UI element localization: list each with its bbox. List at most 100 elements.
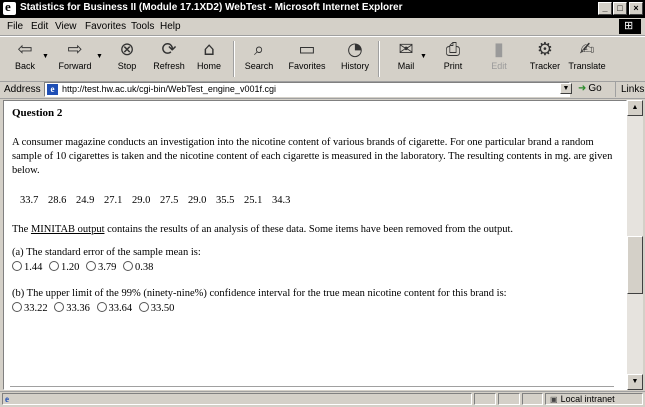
menu-help[interactable]: Help: [160, 21, 181, 32]
part-a-option[interactable]: 3.79: [86, 261, 116, 273]
mail-label: Mail: [397, 61, 415, 71]
search-button[interactable]: ⌕ Search: [236, 39, 282, 79]
option-label: 33.64: [108, 303, 133, 314]
history-label: History: [340, 61, 369, 71]
history-icon: ◔: [347, 39, 363, 60]
option-label: 0.38: [135, 262, 154, 273]
document: Question 2 A consumer magazine conducts …: [12, 107, 620, 329]
translate-label: Translate: [568, 61, 606, 71]
scrollbar-thumb[interactable]: [627, 236, 643, 294]
page-icon: e: [47, 84, 58, 95]
horizontal-rule: [10, 386, 614, 388]
status-cell: [522, 393, 543, 405]
back-label: Back: [14, 61, 35, 71]
radio-button[interactable]: [96, 302, 107, 312]
close-button[interactable]: ×: [629, 2, 643, 15]
menu-tools[interactable]: Tools: [131, 21, 154, 32]
menu-favorites[interactable]: Favorites: [85, 21, 126, 32]
part-b-options: 33.22 33.36 33.64 33.50: [12, 302, 620, 314]
go-label: Go: [588, 83, 602, 94]
part-b-option[interactable]: 33.50: [138, 302, 175, 314]
part-a-option[interactable]: 1.20: [49, 261, 79, 273]
links-button[interactable]: Links: [615, 82, 644, 97]
zone-label: Local intranet: [560, 394, 615, 404]
status-page-icon: e: [5, 394, 9, 404]
tracker-label: Tracker: [529, 61, 561, 71]
translate-icon: ✍: [579, 39, 595, 60]
data-value: 27.1: [104, 195, 123, 206]
print-icon: ⎙: [445, 39, 461, 60]
address-input[interactable]: e http://test.hw.ac.uk/cgi-bin/WebTest_e…: [44, 82, 570, 97]
data-value: 34.3: [272, 195, 291, 206]
tracker-icon: ⚙: [536, 39, 554, 60]
menu-edit[interactable]: Edit: [31, 21, 48, 32]
option-label: 33.50: [150, 303, 175, 314]
back-dropdown-icon[interactable]: ▼: [42, 53, 49, 60]
data-value: 27.5: [160, 195, 179, 206]
edit-button[interactable]: ▮ Edit: [476, 39, 522, 79]
part-b-option[interactable]: 33.22: [12, 302, 48, 314]
intranet-zone-icon: ▣: [550, 395, 558, 404]
search-icon: ⌕: [253, 39, 265, 60]
favorites-button[interactable]: ▭ Favorites: [284, 39, 330, 79]
part-a-options: 1.44 1.20 3.79 0.38: [12, 261, 620, 273]
data-value: 25.1: [244, 195, 263, 206]
toolbar: ⇦ Back ▼ ⇨ Forward ▼ ⊗ Stop ⟳ Refresh ⌂ …: [0, 36, 645, 82]
radio-button[interactable]: [12, 302, 22, 312]
menu-bar: File Edit View Favorites Tools Help: [0, 18, 645, 36]
stop-label: Stop: [117, 61, 137, 71]
print-button[interactable]: ⎙ Print: [430, 39, 476, 79]
radio-button[interactable]: [12, 261, 22, 271]
minimize-button[interactable]: _: [598, 2, 612, 15]
vertical-scrollbar[interactable]: ▲ ▼: [627, 100, 643, 390]
title-bar: Statistics for Business II (Module 17.1X…: [0, 0, 645, 18]
scroll-down-icon[interactable]: ▼: [627, 374, 643, 390]
security-zone: ▣ Local intranet: [545, 393, 643, 405]
question-intro: A consumer magazine conducts an investig…: [12, 137, 613, 176]
history-button[interactable]: ◔ History: [332, 39, 378, 79]
internet-explorer-icon: [3, 0, 16, 15]
option-label: 33.36: [66, 303, 90, 314]
part-b-option[interactable]: 33.64: [96, 302, 133, 314]
data-value: 28.6: [48, 195, 67, 206]
menu-view[interactable]: View: [55, 21, 77, 32]
forward-button[interactable]: ⇨ Forward: [52, 39, 98, 79]
windows-logo-icon: [619, 19, 641, 34]
radio-button[interactable]: [49, 261, 59, 271]
forward-label: Forward: [58, 61, 92, 71]
minitab-output-link[interactable]: MINITAB output: [31, 224, 105, 235]
radio-button[interactable]: [86, 261, 96, 271]
address-dropdown-icon[interactable]: ▼: [560, 83, 572, 94]
part-b-question: (b) The upper limit of the 99% (ninety-n…: [12, 288, 507, 299]
question-title: Question 2: [12, 107, 63, 119]
part-a-question: (a) The standard error of the sample mea…: [12, 247, 201, 258]
option-label: 1.44: [24, 262, 43, 273]
part-a-option[interactable]: 0.38: [123, 261, 153, 273]
scroll-up-icon[interactable]: ▲: [627, 100, 643, 116]
maximize-button[interactable]: □: [613, 2, 627, 15]
search-label: Search: [244, 61, 274, 71]
address-label: Address: [4, 84, 41, 95]
home-icon: ⌂: [203, 39, 215, 60]
forward-arrow-icon: ⇨: [67, 39, 83, 60]
menu-file[interactable]: File: [7, 21, 23, 32]
radio-button[interactable]: [54, 302, 65, 312]
radio-button[interactable]: [123, 261, 133, 271]
option-label: 3.79: [98, 262, 117, 273]
stop-button[interactable]: ⊗ Stop: [104, 39, 150, 79]
part-a-option[interactable]: 1.44: [12, 261, 42, 273]
toolbar-separator: [233, 41, 235, 77]
browser-window: Statistics for Business II (Module 17.1X…: [0, 0, 645, 406]
translate-button[interactable]: ✍ Translate: [564, 39, 610, 79]
status-cell: [498, 393, 520, 405]
home-button[interactable]: ⌂ Home: [186, 39, 232, 79]
forward-dropdown-icon[interactable]: ▼: [96, 53, 103, 60]
status-cell: [474, 393, 496, 405]
part-b-option[interactable]: 33.36: [54, 302, 90, 314]
address-url[interactable]: http://test.hw.ac.uk/cgi-bin/WebTest_eng…: [62, 84, 276, 94]
go-button[interactable]: ➜ Go: [578, 83, 602, 94]
mail-dropdown-icon[interactable]: ▼: [420, 53, 427, 60]
option-label: 33.22: [24, 303, 48, 314]
radio-button[interactable]: [138, 302, 149, 312]
tracker-button[interactable]: ⚙ Tracker: [522, 39, 568, 79]
